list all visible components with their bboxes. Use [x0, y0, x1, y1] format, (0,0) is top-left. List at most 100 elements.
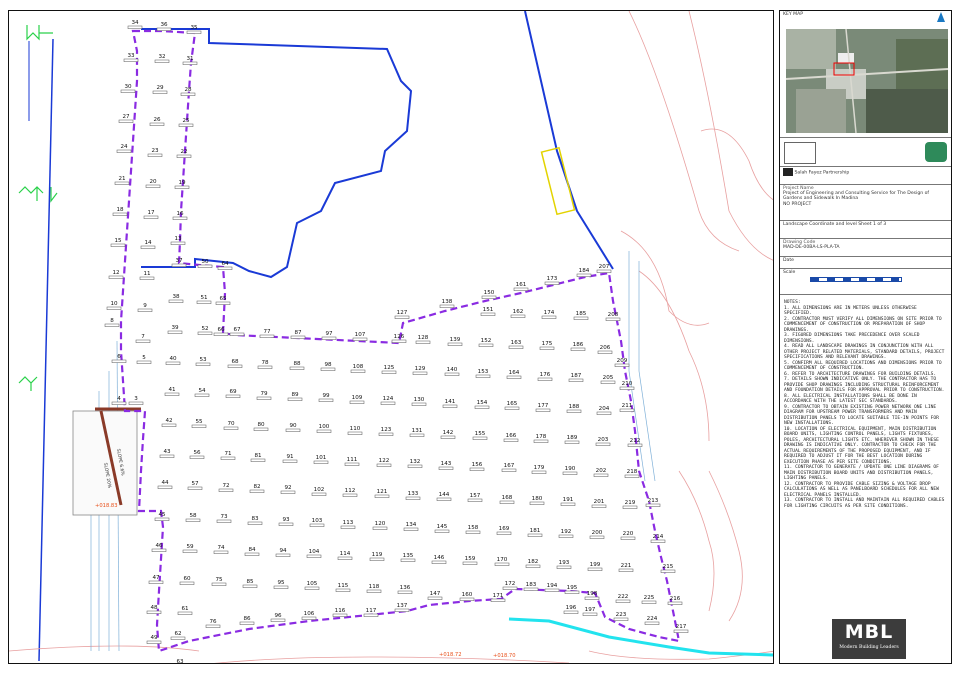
point-label: 75: [215, 577, 223, 583]
date-row: Date: [780, 257, 951, 269]
point-label: 115: [338, 583, 349, 589]
point-label: 198: [587, 591, 598, 597]
point-tag: [110, 243, 126, 247]
point-label: 158: [468, 525, 479, 531]
point-tag: [280, 490, 296, 494]
point-tag: [249, 489, 265, 493]
point-tag: [513, 287, 529, 291]
note-line: 8. ALL ELECTRICAL INSTALLATIONS SHALL BE…: [784, 393, 917, 405]
point-tag: [197, 264, 213, 268]
point-label: 29: [156, 85, 164, 91]
point-tag: [349, 400, 365, 404]
point-label: 76: [209, 619, 217, 625]
point-tag: [220, 456, 236, 460]
title-block-panel: KEY MAP Salah Fayez Partnership Project …: [779, 10, 952, 664]
point-label: 93: [282, 517, 290, 523]
point-tag: [372, 526, 388, 530]
drawing-name: Landscape Coordinate and level Sheet 1 o…: [783, 222, 887, 227]
point-label: 215: [663, 564, 674, 570]
point-label: 181: [530, 528, 541, 534]
point-label: 60: [183, 576, 191, 582]
point-tag: [570, 347, 586, 351]
point-label: 218: [627, 469, 638, 475]
level-marker: +018.70: [493, 653, 516, 659]
point-tag: [600, 380, 616, 384]
point-tag: [376, 463, 392, 467]
point-tag: [146, 610, 162, 614]
point-label: 175: [542, 341, 553, 347]
point-tag: [195, 362, 211, 366]
point-tag: [508, 345, 524, 349]
point-tag: [135, 339, 151, 343]
point-tag: [270, 618, 286, 622]
point-tag: [467, 498, 483, 502]
point-label: 3: [134, 396, 138, 402]
point-tag: [104, 323, 120, 327]
point-tag: [397, 590, 413, 594]
point-tag: [342, 493, 358, 497]
point-label: 64: [221, 261, 229, 267]
note-line: 5. CONFIRM ALL REQUIRED LOCATIONS AND DI…: [784, 360, 942, 372]
point-tag: [128, 401, 144, 405]
point-tag: [178, 123, 194, 127]
point-tag: [407, 464, 423, 468]
point-label: 161: [516, 282, 527, 288]
point-label: 27: [122, 114, 130, 120]
point-tag: [197, 331, 213, 335]
point-tag: [167, 330, 183, 334]
point-label: 89: [291, 392, 299, 398]
point-tag: [582, 612, 598, 616]
point-tag: [289, 366, 305, 370]
point-tag: [472, 436, 488, 440]
point-label: 84: [248, 547, 256, 553]
point-tag: [168, 299, 184, 303]
point-label: 147: [430, 591, 441, 597]
point-label: 88: [293, 361, 301, 367]
point-tag: [180, 92, 196, 96]
point-tag: [650, 539, 666, 543]
point-label: 107: [355, 332, 366, 338]
point-tag: [282, 459, 298, 463]
point-tag: [253, 427, 269, 431]
point-label: 73: [220, 514, 228, 520]
point-label: 110: [350, 426, 361, 432]
point-label: 108: [353, 364, 364, 370]
point-tag: [287, 397, 303, 401]
point-label: 36: [160, 22, 168, 28]
point-label: 188: [569, 404, 580, 410]
point-tag: [478, 343, 494, 347]
point-tag: [444, 372, 460, 376]
point-label: 145: [437, 524, 448, 530]
point-label: 8: [110, 318, 114, 324]
logo-strip: [780, 137, 951, 167]
point-tag: [573, 316, 589, 320]
point-tag: [409, 433, 425, 437]
point-label: 223: [616, 612, 627, 618]
point-label: 101: [316, 455, 327, 461]
key-map-label: KEY MAP: [783, 12, 804, 17]
point-tag: [152, 90, 168, 94]
point-label: 21: [118, 176, 126, 182]
point-tag: [469, 467, 485, 471]
point-label: 144: [439, 492, 450, 498]
point-label: 130: [414, 397, 425, 403]
scale-bar: [810, 277, 902, 282]
point-label: 178: [536, 434, 547, 440]
point-label: 125: [384, 365, 395, 371]
point-tag: [525, 564, 541, 568]
project-name-block: Project Name Project of Engineering and …: [780, 185, 951, 221]
point-tag: [218, 488, 234, 492]
point-label: 109: [352, 395, 363, 401]
point-label: 214: [653, 534, 664, 540]
point-tag: [415, 340, 431, 344]
company-logo: MBL Modern Building Leaders: [832, 619, 906, 659]
point-label: 77: [263, 329, 271, 335]
point-tag: [496, 531, 512, 535]
point-tag: [159, 454, 175, 458]
note-line: 11. CONTRACTOR TO GENERATE / UPDATE ONE …: [784, 465, 939, 481]
point-tag: [229, 332, 245, 336]
point-tag: [344, 462, 360, 466]
point-label: 11: [143, 271, 151, 277]
partner-name: Salah Fayez Partnership: [794, 170, 850, 176]
point-label: 41: [168, 387, 176, 393]
